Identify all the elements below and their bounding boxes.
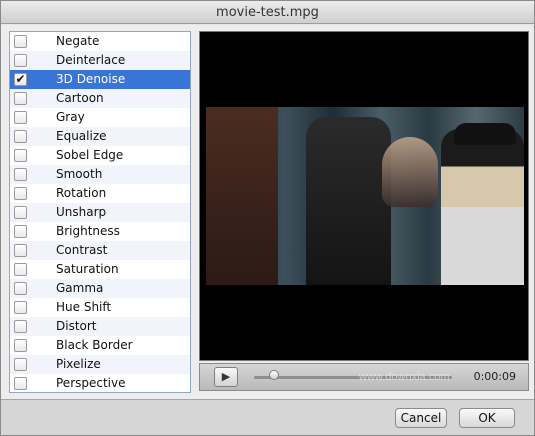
filter-row[interactable]: Cartoon: [10, 89, 190, 108]
filter-checkbox[interactable]: [14, 282, 27, 295]
filter-label: Cartoon: [56, 91, 104, 105]
ok-button[interactable]: OK: [459, 408, 515, 428]
player-controls: ▶ 0:00:09: [199, 363, 529, 391]
filter-label: Sobel Edge: [56, 148, 124, 162]
man-in-hat: [441, 129, 524, 285]
filter-checkbox[interactable]: [14, 111, 27, 124]
filter-list[interactable]: Negate Deinterlace ✔ 3D Denoise Cartoon Gray E…: [9, 31, 191, 393]
cancel-button[interactable]: Cancel: [395, 408, 447, 428]
play-icon: ▶: [221, 371, 231, 383]
filter-checkbox[interactable]: [14, 92, 27, 105]
filter-checkbox[interactable]: [14, 244, 27, 257]
filter-row[interactable]: Gamma: [10, 279, 190, 298]
filter-label: Gamma: [56, 281, 104, 295]
filter-label: Distort: [56, 319, 97, 333]
filter-checkbox[interactable]: [14, 225, 27, 238]
filter-checkbox[interactable]: [14, 149, 27, 162]
progress-track[interactable]: [254, 376, 452, 379]
filter-row[interactable]: Black Border: [10, 336, 190, 355]
filter-checkbox[interactable]: [14, 339, 27, 352]
filter-row[interactable]: Perspective: [10, 374, 190, 392]
filter-checkbox[interactable]: [14, 187, 27, 200]
filter-row[interactable]: Distort: [10, 317, 190, 336]
video-filter-window: movie-test.mpg Negate Deinterlace ✔ 3D Deno…: [0, 0, 535, 436]
filter-label: Deinterlace: [56, 53, 126, 67]
play-button[interactable]: ▶: [214, 367, 238, 387]
filter-checkbox[interactable]: [14, 320, 27, 333]
filter-row[interactable]: Equalize: [10, 127, 190, 146]
progress-thumb[interactable]: [268, 370, 279, 380]
filter-label: Negate: [56, 34, 100, 48]
filter-checkbox[interactable]: ✔: [14, 73, 27, 86]
video-frame: [206, 107, 524, 285]
background-people: [382, 137, 438, 207]
filter-label: Gray: [56, 110, 85, 124]
filter-checkbox[interactable]: [14, 263, 27, 276]
window-title: movie-test.mpg: [1, 1, 534, 24]
filter-checkbox[interactable]: [14, 301, 27, 314]
filter-checkbox[interactable]: [14, 358, 27, 371]
filter-checkbox[interactable]: [14, 130, 27, 143]
filter-label: Smooth: [56, 167, 103, 181]
filter-row[interactable]: Hue Shift: [10, 298, 190, 317]
main-content: Negate Deinterlace ✔ 3D Denoise Cartoon Gray E…: [1, 25, 534, 399]
filter-label: Perspective: [56, 376, 126, 390]
filter-checkbox[interactable]: [14, 168, 27, 181]
filter-row[interactable]: Contrast: [10, 241, 190, 260]
filter-label: 3D Denoise: [56, 72, 126, 86]
filter-row[interactable]: ✔ 3D Denoise: [10, 70, 190, 89]
filter-label: Unsharp: [56, 205, 107, 219]
filter-row[interactable]: Saturation: [10, 260, 190, 279]
hat: [454, 123, 516, 145]
left-figure: [206, 107, 278, 285]
filter-label: Pixelize: [56, 357, 101, 371]
filter-label: Black Border: [56, 338, 133, 352]
filter-row[interactable]: Smooth: [10, 165, 190, 184]
filter-label: Brightness: [56, 224, 120, 238]
video-preview: [199, 31, 529, 361]
filter-row[interactable]: Brightness: [10, 222, 190, 241]
filter-row[interactable]: Gray: [10, 108, 190, 127]
filter-label: Hue Shift: [56, 300, 112, 314]
filter-checkbox[interactable]: [14, 35, 27, 48]
filter-checkbox[interactable]: [14, 206, 27, 219]
filter-label: Contrast: [56, 243, 108, 257]
filter-label: Saturation: [56, 262, 119, 276]
filter-checkbox[interactable]: [14, 54, 27, 67]
filter-row[interactable]: Rotation: [10, 184, 190, 203]
filter-row[interactable]: Unsharp: [10, 203, 190, 222]
dialog-buttons: Cancel OK: [1, 399, 534, 435]
filter-row[interactable]: Negate: [10, 32, 190, 51]
center-figure: [306, 117, 391, 285]
filter-checkbox[interactable]: [14, 377, 27, 390]
filter-row[interactable]: Sobel Edge: [10, 146, 190, 165]
filter-row[interactable]: Pixelize: [10, 355, 190, 374]
time-display: 0:00:09: [473, 370, 516, 383]
filter-label: Rotation: [56, 186, 107, 200]
filter-label: Equalize: [56, 129, 107, 143]
filter-row[interactable]: Deinterlace: [10, 51, 190, 70]
